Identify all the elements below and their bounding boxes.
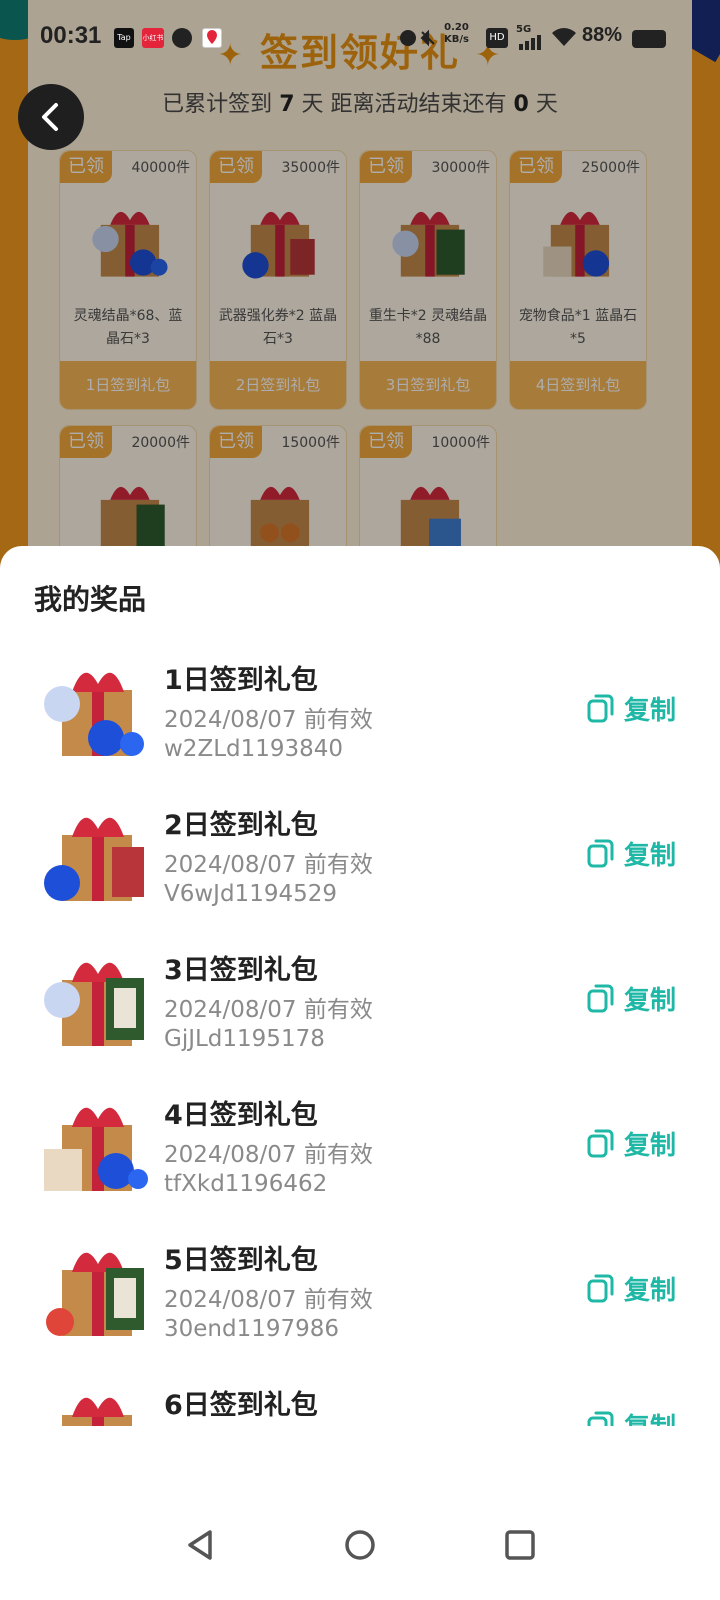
signal-icon bbox=[519, 35, 541, 50]
copy-icon bbox=[587, 839, 614, 868]
copy-button[interactable]: 复制 bbox=[586, 688, 676, 728]
redeem-code: 30end1197986 bbox=[164, 1316, 340, 1342]
redeem-code: GjJLd1195178 bbox=[164, 1026, 325, 1052]
copy-icon bbox=[587, 1411, 614, 1426]
gift-box-icon bbox=[44, 1107, 148, 1191]
copy-button[interactable]: 复制 bbox=[586, 1405, 676, 1426]
copy-icon bbox=[587, 694, 614, 723]
chevron-left-icon bbox=[42, 103, 58, 131]
copy-button[interactable]: 复制 bbox=[586, 833, 676, 873]
taptap-icon: Tap bbox=[114, 28, 134, 48]
hd-icon: HD bbox=[486, 28, 508, 48]
prize-expiry: 2024/08/07 前有效 bbox=[164, 852, 373, 878]
gift-box-icon bbox=[44, 817, 144, 901]
gift-box-icon bbox=[46, 1252, 144, 1336]
map-pin-icon bbox=[202, 28, 222, 48]
prize-item: 2日签到礼包 2024/08/07 前有效 V6wJd1194529 复制 bbox=[0, 781, 720, 926]
prize-expiry: 2024/08/07 前有效 bbox=[164, 707, 373, 733]
redeem-code: V6wJd1194529 bbox=[164, 881, 337, 907]
redeem-code: tfXkd1196462 bbox=[164, 1171, 328, 1197]
status-bar: 00:31 Tap 小红书 0.20 KB/s HD 5G 88% bbox=[0, 18, 720, 58]
prize-expiry: 2024/08/07 前有效 bbox=[164, 997, 373, 1023]
prize-item: 4日签到礼包 2024/08/07 前有效 tfXkd1196462 复制 bbox=[0, 1071, 720, 1216]
network-speed: 0.20 KB/s bbox=[444, 22, 469, 45]
prize-list[interactable]: 1日签到礼包 2024/08/07 前有效 w2ZLd1193840 复制 2日… bbox=[0, 636, 720, 1426]
copy-button[interactable]: 复制 bbox=[586, 1268, 676, 1308]
prize-item: 1日签到礼包 2024/08/07 前有效 w2ZLd1193840 复制 bbox=[0, 636, 720, 781]
prize-expiry: 2024/08/07 前有效 bbox=[164, 1287, 373, 1313]
prize-title: 3日签到礼包 bbox=[164, 955, 318, 986]
battery-icon bbox=[632, 30, 666, 48]
copy-icon bbox=[587, 1129, 614, 1158]
xiaohongshu-icon: 小红书 bbox=[142, 28, 164, 48]
copy-icon bbox=[587, 1274, 614, 1303]
copy-icon bbox=[587, 984, 614, 1013]
message-icon bbox=[172, 28, 192, 48]
prize-title: 6日签到礼包 bbox=[164, 1390, 318, 1421]
prize-title: 1日签到礼包 bbox=[164, 665, 318, 696]
sheet-title: 我的奖品 bbox=[34, 583, 147, 616]
copy-button[interactable]: 复制 bbox=[586, 978, 676, 1018]
prize-title: 2日签到礼包 bbox=[164, 810, 318, 841]
nav-back-icon[interactable] bbox=[176, 1520, 226, 1570]
gift-box-icon bbox=[44, 672, 144, 756]
gift-box-icon bbox=[62, 1397, 132, 1426]
modal-dim-overlay[interactable] bbox=[0, 0, 720, 600]
back-button[interactable] bbox=[18, 84, 84, 150]
prize-title: 5日签到礼包 bbox=[164, 1245, 318, 1276]
checkin-page-background: ✦ 签到领好礼 ✦ 已累计签到 7 天 距离活动结束还有 0 天 已领 4000… bbox=[0, 0, 720, 600]
battery-percent: 88% bbox=[582, 24, 623, 46]
alarm-mute-icon bbox=[400, 29, 435, 47]
wifi-icon bbox=[552, 28, 576, 46]
my-prizes-sheet: 我的奖品 1日签到礼包 2024/08/07 前有效 w2ZLd1193840 … bbox=[0, 546, 720, 1600]
prize-item: 5日签到礼包 2024/08/07 前有效 30end1197986 复制 bbox=[0, 1216, 720, 1361]
clock: 00:31 bbox=[40, 22, 102, 49]
nav-recents-icon[interactable] bbox=[495, 1520, 545, 1570]
copy-button[interactable]: 复制 bbox=[586, 1123, 676, 1163]
gift-box-icon bbox=[44, 962, 144, 1046]
system-nav-bar bbox=[0, 1490, 720, 1600]
nav-home-icon[interactable] bbox=[335, 1520, 385, 1570]
redeem-code: w2ZLd1193840 bbox=[164, 736, 344, 762]
prize-item: 3日签到礼包 2024/08/07 前有效 GjJLd1195178 复制 bbox=[0, 926, 720, 1071]
prize-title: 4日签到礼包 bbox=[164, 1100, 318, 1131]
prize-expiry: 2024/08/07 前有效 bbox=[164, 1142, 373, 1168]
prize-item: 6日签到礼包 复制 bbox=[0, 1361, 720, 1426]
